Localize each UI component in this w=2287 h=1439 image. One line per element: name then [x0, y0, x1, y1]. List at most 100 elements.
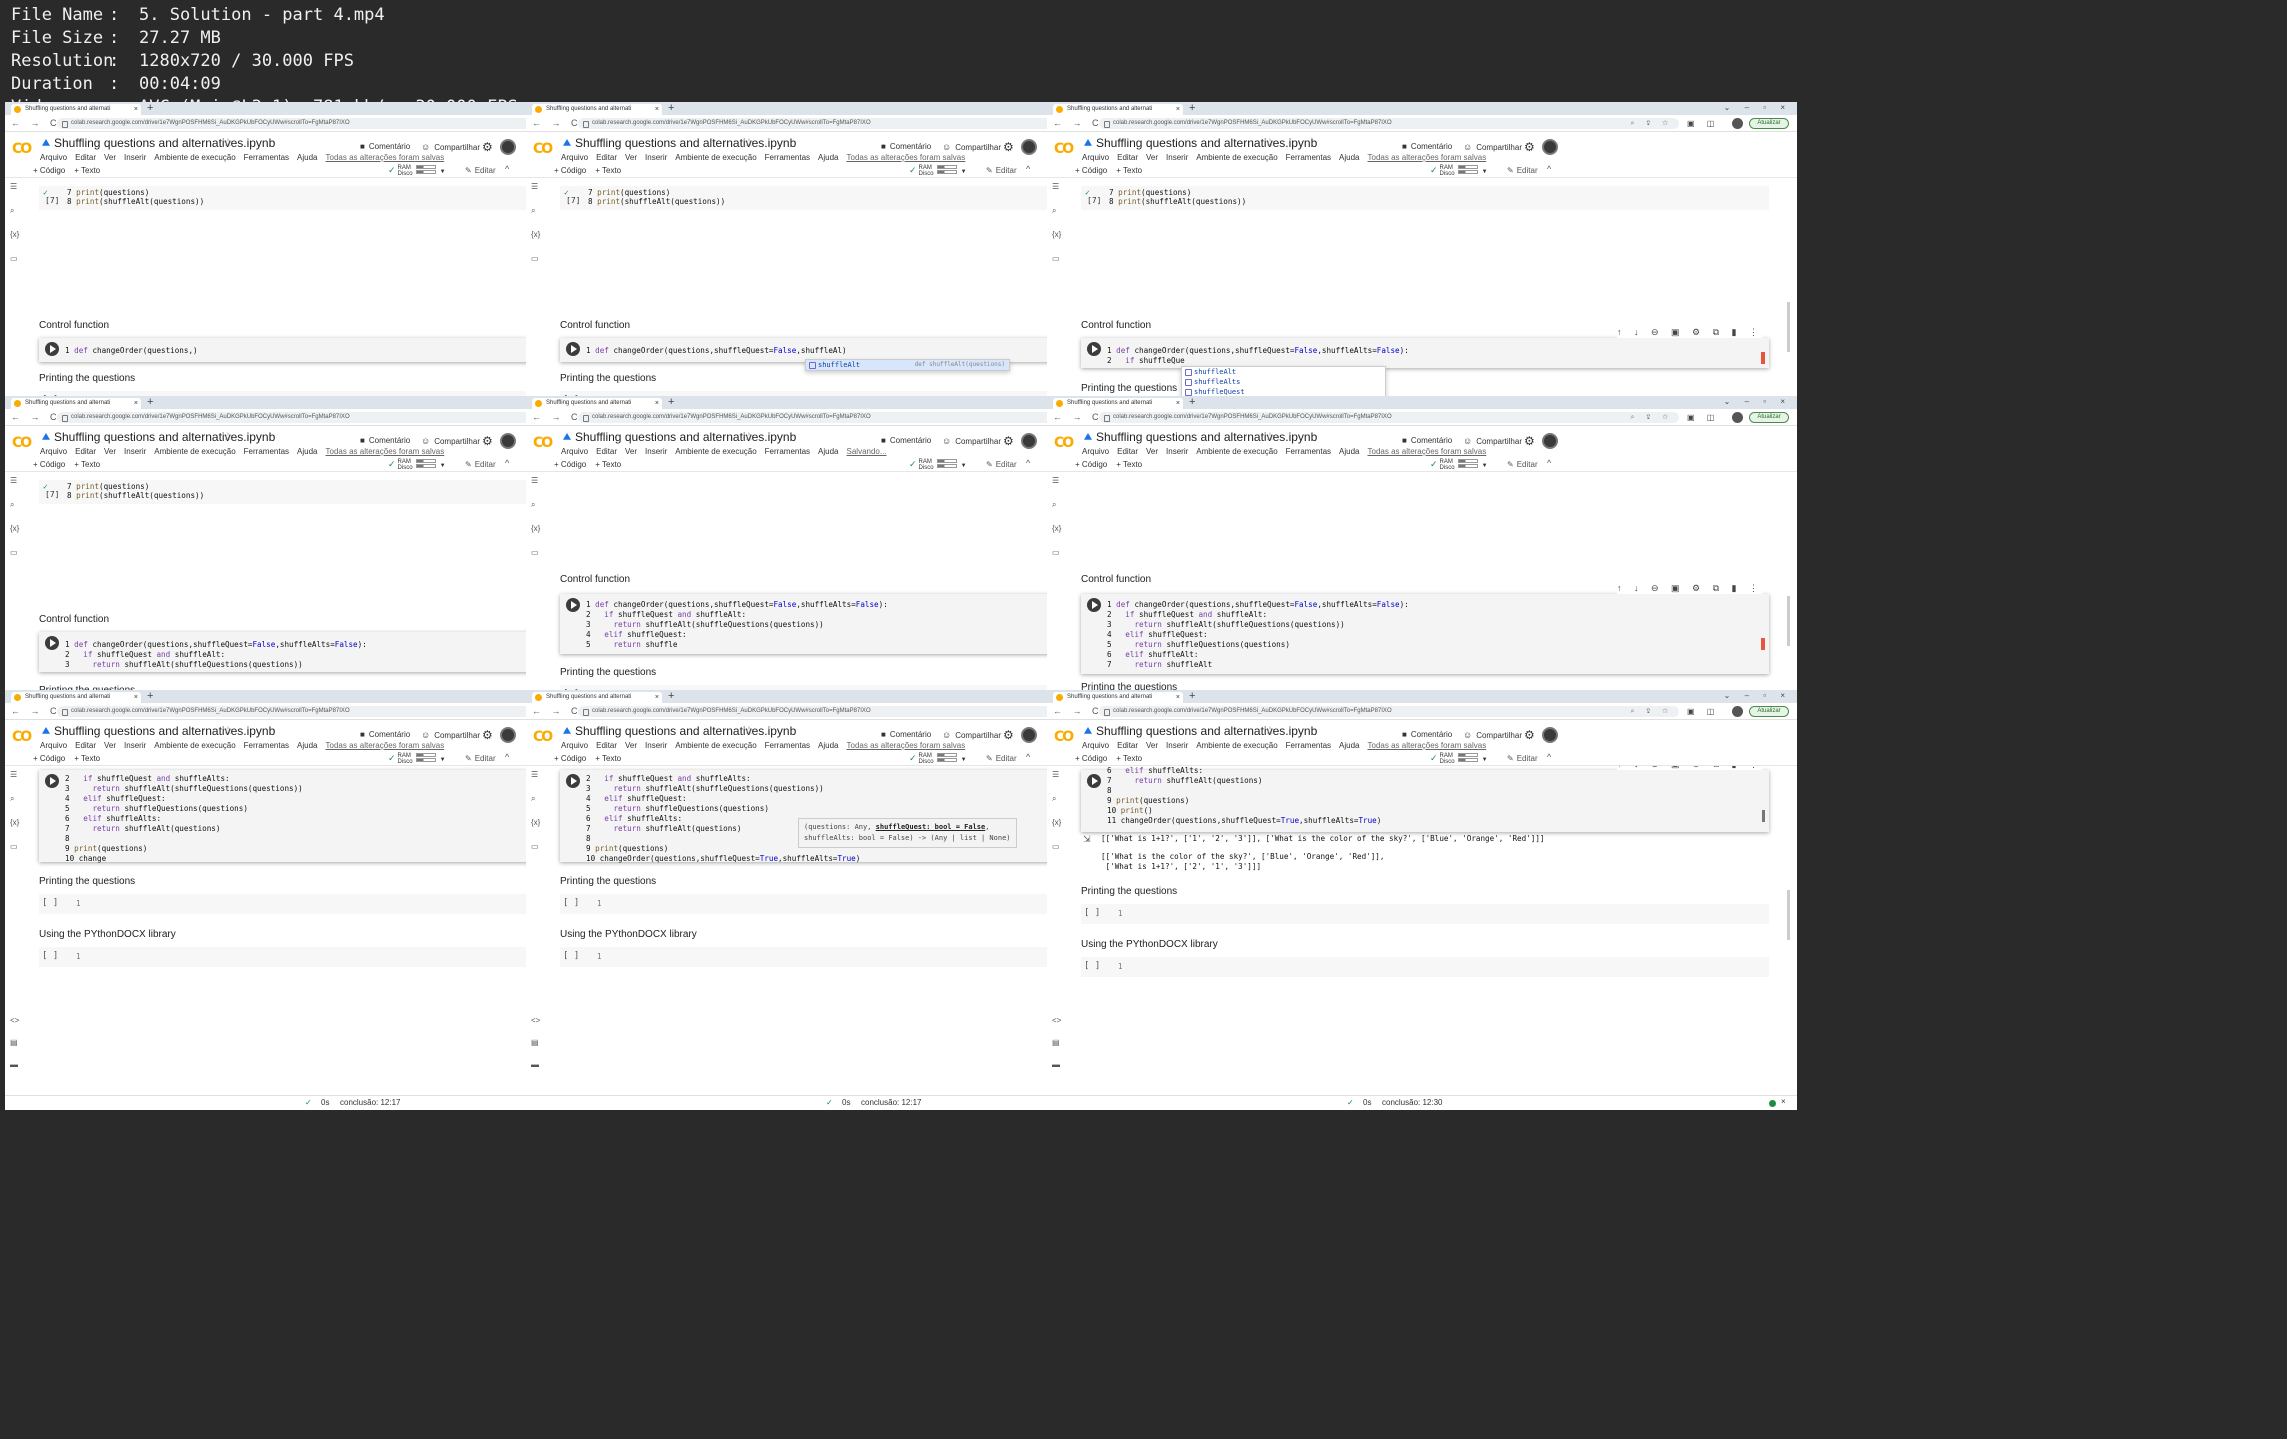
menu-item[interactable]: Ajuda [818, 447, 838, 456]
nav-buttons[interactable]: ← → C [11, 705, 61, 718]
notebook-title[interactable]: Shuffling questions and alternatives.ipy… [575, 136, 796, 150]
code-snippets-icon[interactable]: <> [10, 1016, 19, 1025]
edit-button[interactable]: Editar [465, 754, 496, 763]
terminal-icon[interactable]: ▬ [10, 1060, 18, 1069]
menu-item[interactable]: Ferramentas [244, 741, 289, 750]
code-line[interactable]: 2 if shuffleQuest and shuffleAlt: [1107, 610, 1267, 619]
empty-code-cell[interactable]: [ ] 1 [1081, 957, 1769, 977]
save-status[interactable]: Todas as alterações foram salvas [326, 741, 445, 750]
star-icon[interactable]: ☆ [744, 724, 754, 737]
avatar[interactable] [1542, 727, 1558, 743]
comment-button[interactable]: Comentário [1402, 436, 1452, 445]
comment-button[interactable]: Comentário [881, 142, 931, 151]
chevron-down-icon[interactable]: ▼ [440, 757, 446, 763]
edit-button[interactable]: Editar [1507, 754, 1538, 763]
browser-profile-avatar[interactable] [1732, 118, 1743, 129]
run-cell-button[interactable] [45, 636, 59, 650]
gear-icon[interactable]: ⚙ [1003, 728, 1014, 742]
folder-icon[interactable]: ▭ [531, 548, 539, 557]
menu-item[interactable]: Arquivo [1082, 153, 1109, 162]
toc-icon[interactable]: ☰ [1052, 182, 1059, 191]
window-controls[interactable]: ⌄ – ▫ × [1724, 396, 1791, 408]
command-palette-icon[interactable]: ▤ [10, 1038, 18, 1047]
code-cell[interactable]: ✓ [7] 7 print(questions) 8 print(shuffleAlt… [1081, 186, 1769, 210]
menu-item[interactable]: Editar [596, 447, 617, 456]
menu-item[interactable]: Ver [1146, 153, 1158, 162]
add-text-button[interactable]: + Texto [595, 754, 621, 763]
code-line[interactable]: 8 print(shuffleAlt(questions)) [67, 197, 204, 206]
code-line[interactable]: 10 print() [1107, 806, 1153, 815]
chevron-down-icon[interactable]: ▼ [1482, 169, 1488, 175]
browser-tab[interactable]: Shuffling questions and alternati × [532, 104, 662, 115]
update-button[interactable]: Atualizar [1749, 706, 1789, 717]
variables-icon[interactable]: {x} [1052, 524, 1061, 533]
browser-tab[interactable]: Shuffling questions and alternati × [11, 398, 141, 409]
text-cell[interactable]: Printing the questions [560, 373, 656, 384]
code-line[interactable]: 7 print(questions) [588, 188, 670, 197]
text-cell[interactable]: Printing the questions [39, 373, 135, 384]
new-tab-icon[interactable]: + [1189, 690, 1195, 702]
toc-icon[interactable]: ☰ [531, 476, 538, 485]
resources-indicator[interactable]: ✓ RAM Disco ▼ [1430, 753, 1488, 765]
notebook-title[interactable]: Shuffling questions and alternatives.ipy… [1096, 724, 1317, 738]
menu-item[interactable]: Arquivo [1082, 447, 1109, 456]
close-tab-icon[interactable]: × [134, 692, 138, 703]
code-line[interactable]: 4 elif shuffleQuest: [586, 794, 687, 803]
colab-logo[interactable]: CO [1054, 435, 1074, 451]
code-line[interactable]: 3 return shuffleAlt(shuffleQuestions(que… [65, 784, 303, 793]
code-line[interactable]: 7 return shuffleAlt(questions) [65, 824, 220, 833]
colab-logo[interactable]: CO [533, 435, 553, 451]
menu-item[interactable]: Arquivo [1082, 741, 1109, 750]
code-line[interactable]: 2 if shuffleQue [1107, 356, 1185, 365]
code-line[interactable]: 1 def changeOrder(questions,shuffleQuest… [1107, 346, 1409, 355]
colab-logo[interactable]: CO [12, 729, 32, 745]
add-code-button[interactable]: + Código [1075, 460, 1107, 469]
toc-icon[interactable]: ☰ [1052, 770, 1059, 779]
add-code-button[interactable]: + Código [33, 754, 65, 763]
text-cell[interactable]: Control function [560, 320, 630, 331]
edit-button[interactable]: Editar [986, 460, 1017, 469]
menu-item[interactable]: Ambiente de execução [1196, 447, 1277, 456]
colab-logo[interactable]: CO [12, 141, 32, 157]
edit-button[interactable]: Editar [465, 166, 496, 175]
chevron-down-icon[interactable]: ▼ [440, 463, 446, 469]
code-line[interactable]: 10 changeOrder(questions,shuffleQuest=Tr… [586, 854, 860, 863]
resources-indicator[interactable]: ✓ RAM Disco ▼ [388, 459, 446, 471]
folder-icon[interactable]: ▭ [531, 254, 539, 263]
code-line[interactable]: 4 elif shuffleQuest: [1107, 630, 1208, 639]
resources-indicator[interactable]: ✓ RAM Disco ▼ [909, 753, 967, 765]
toc-icon[interactable]: ☰ [10, 770, 17, 779]
run-cell-button[interactable] [1087, 598, 1101, 612]
window-controls[interactable]: ⌄ – ▫ × [1724, 102, 1791, 114]
resources-indicator[interactable]: ✓ RAM Disco ▼ [909, 165, 967, 177]
comment-button[interactable]: Comentário [360, 142, 410, 151]
browser-tab[interactable]: Shuffling questions and alternati × [532, 692, 662, 703]
add-code-button[interactable]: + Código [1075, 166, 1107, 175]
url-input[interactable]: colab.research.google.com/drive/1e7WgnPO… [1099, 118, 1679, 129]
avatar[interactable] [500, 433, 516, 449]
browser-tab[interactable]: Shuffling questions and alternati × [1053, 398, 1183, 409]
menu-item[interactable]: Arquivo [561, 153, 588, 162]
avatar[interactable] [1021, 433, 1037, 449]
text-cell[interactable]: Printing the questions [560, 667, 656, 678]
code-snippets-icon[interactable]: <> [1052, 1016, 1061, 1025]
menu-item[interactable]: Ver [625, 741, 637, 750]
menu-item[interactable]: Ajuda [1339, 153, 1359, 162]
code-line[interactable]: 3 return shuffleAlt(shuffleQuestions(que… [586, 784, 824, 793]
notebook-title[interactable]: Shuffling questions and alternatives.ipy… [1096, 430, 1317, 444]
browser-tab[interactable]: Shuffling questions and alternati × [1053, 104, 1183, 115]
add-text-button[interactable]: + Texto [1116, 754, 1142, 763]
extensions-icons[interactable]: ▣ ◫ [1687, 706, 1719, 717]
update-button[interactable]: Atualizar [1749, 118, 1789, 129]
menu-item[interactable]: Arquivo [40, 153, 67, 162]
variables-icon[interactable]: {x} [1052, 818, 1061, 827]
new-tab-icon[interactable]: + [147, 690, 153, 702]
code-line[interactable]: 1 def changeOrder(questions,shuffleQuest… [586, 346, 847, 355]
edit-button[interactable]: Editar [1507, 166, 1538, 175]
chevron-down-icon[interactable]: ▼ [961, 463, 967, 469]
chevron-down-icon[interactable]: ▼ [1482, 463, 1488, 469]
menu-item[interactable]: Ambiente de execução [154, 741, 235, 750]
autocomplete-popup[interactable]: shuffleAlt def shuffleAlt(questions) [805, 359, 1010, 371]
collapse-icon[interactable]: ^ [1547, 164, 1551, 174]
menu-item[interactable]: Ajuda [818, 741, 838, 750]
